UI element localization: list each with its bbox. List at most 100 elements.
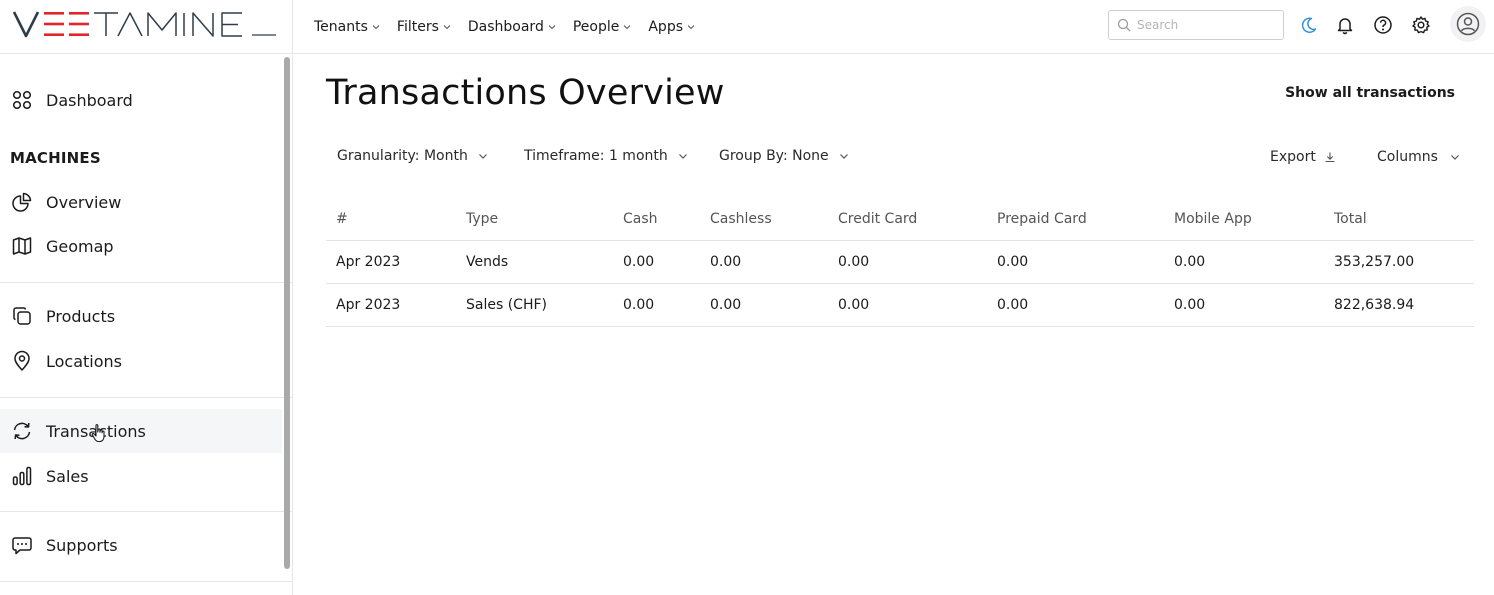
- table-cell-type: Sales (CHF): [466, 297, 547, 313]
- search-icon: [1117, 18, 1131, 32]
- sidebar-item-label: Supports: [46, 535, 118, 555]
- sidebar-item-label: Locations: [46, 351, 123, 371]
- map-icon: [12, 237, 32, 255]
- column-header-cashless[interactable]: Cashless: [710, 197, 772, 240]
- table-cell-prepaid-card: 0.00: [997, 254, 1029, 270]
- topnav-tenants[interactable]: Tenants: [314, 19, 380, 35]
- sidebar-divider: [0, 511, 292, 512]
- table-cell-period: Apr 2023: [336, 254, 401, 270]
- show-all-transactions-link[interactable]: Show all transactions: [1285, 85, 1455, 101]
- chat-bubble-icon: [12, 537, 32, 555]
- sidebar-item-label: Geomap: [46, 236, 114, 256]
- table-cell-mobile-app: 0.00: [1174, 254, 1206, 270]
- granularity-dropdown[interactable]: Granularity: Month: [337, 148, 488, 164]
- chevron-down-icon: [1450, 155, 1459, 160]
- table-cell-cash: 0.00: [623, 254, 655, 270]
- sidebar-item-products[interactable]: Products: [0, 294, 282, 338]
- sidebar-item-transactions[interactable]: Transactions: [0, 409, 282, 453]
- topnav-apps-label: Apps: [648, 19, 684, 35]
- topnav-dashboard[interactable]: Dashboard: [468, 19, 556, 35]
- transactions-table: # Type Cash Cashless Credit Card Prepaid…: [326, 197, 1474, 327]
- table-cell-prepaid-card: 0.00: [997, 297, 1029, 313]
- chevron-down-icon: [548, 25, 556, 30]
- table-cell-cash: 0.00: [623, 297, 655, 313]
- topnav-filters[interactable]: Filters: [397, 19, 451, 35]
- help-icon[interactable]: [1373, 15, 1393, 35]
- table-header-row: # Type Cash Cashless Credit Card Prepaid…: [326, 197, 1474, 241]
- main-content: Transactions Overview Show all transacti…: [294, 55, 1494, 595]
- moon-icon[interactable]: [1299, 15, 1319, 35]
- sidebar-item-overview[interactable]: Overview: [0, 180, 282, 224]
- sidebar-item-supports[interactable]: Supports: [0, 523, 282, 567]
- refresh-icon: [13, 422, 31, 440]
- sidebar-item-sales[interactable]: Sales: [0, 454, 282, 498]
- bar-chart-icon: [12, 466, 32, 486]
- veetamine-logo[interactable]: [12, 9, 278, 39]
- gear-icon[interactable]: [1411, 15, 1431, 35]
- grid-icon: [12, 90, 32, 110]
- column-header-cash[interactable]: Cash: [623, 197, 658, 240]
- table-cell-period: Apr 2023: [336, 297, 401, 313]
- download-icon: [1325, 152, 1335, 163]
- sidebar-divider: [0, 282, 292, 283]
- group-by-label: Group By: None: [719, 148, 829, 164]
- topnav-apps[interactable]: Apps: [648, 19, 695, 35]
- sidebar-item-label: Products: [46, 306, 116, 326]
- column-header-total[interactable]: Total: [1334, 197, 1367, 240]
- timeframe-dropdown[interactable]: Timeframe: 1 month: [524, 148, 688, 164]
- topnav-tenants-label: Tenants: [314, 19, 368, 35]
- chevron-down-icon: [443, 25, 451, 30]
- column-header-prepaid-card[interactable]: Prepaid Card: [997, 197, 1087, 240]
- pie-chart-icon: [12, 192, 32, 212]
- table-cell-total: 353,257.00: [1334, 254, 1415, 270]
- columns-label: Columns: [1377, 149, 1438, 165]
- logo-area: [0, 0, 293, 54]
- group-by-dropdown[interactable]: Group By: None: [719, 148, 849, 164]
- sidebar-scrollbar[interactable]: [284, 57, 290, 569]
- table-cell-cashless: 0.00: [710, 297, 742, 313]
- copy-icon: [13, 307, 31, 325]
- topnav-people[interactable]: People: [573, 19, 632, 35]
- search-box[interactable]: [1108, 10, 1284, 40]
- topnav-people-label: People: [572, 19, 620, 35]
- page-title: Transactions Overview: [326, 73, 725, 113]
- table-cell-credit-card: 0.00: [838, 297, 870, 313]
- location-pin-icon: [14, 350, 30, 371]
- topnav-dashboard-label: Dashboard: [467, 19, 544, 35]
- table-cell-cashless: 0.00: [710, 254, 742, 270]
- sidebar-item-locations[interactable]: Locations: [0, 339, 282, 383]
- sidebar-section-machines: MACHINES: [10, 149, 101, 167]
- chevron-down-icon: [687, 25, 695, 30]
- column-header-credit-card[interactable]: Credit Card: [838, 197, 917, 240]
- table-cell-mobile-app: 0.00: [1174, 297, 1206, 313]
- export-button[interactable]: Export: [1270, 149, 1336, 165]
- pointer-cursor-icon: [91, 424, 105, 443]
- table-cell-credit-card: 0.00: [838, 254, 870, 270]
- table-row[interactable]: Apr 2023 Sales (CHF) 0.00 0.00 0.00 0.00…: [326, 284, 1474, 327]
- table-row[interactable]: Apr 2023 Vends 0.00 0.00 0.00 0.00 0.00 …: [326, 241, 1474, 284]
- export-label: Export: [1270, 149, 1316, 165]
- sidebar: Dashboard MACHINES Overview Geomap Produ…: [0, 55, 293, 595]
- timeframe-label: Timeframe: 1 month: [524, 148, 668, 164]
- sidebar-item-label: Dashboard: [46, 90, 133, 110]
- column-header-mobile-app[interactable]: Mobile App: [1174, 197, 1252, 240]
- table-cell-total: 822,638.94: [1334, 297, 1415, 313]
- column-header-number[interactable]: #: [336, 197, 348, 240]
- bell-icon[interactable]: [1335, 15, 1355, 35]
- columns-dropdown[interactable]: Columns: [1377, 149, 1460, 165]
- chevron-down-icon: [678, 154, 687, 159]
- column-header-type[interactable]: Type: [466, 197, 498, 240]
- sidebar-item-label: Overview: [46, 192, 122, 212]
- chevron-down-icon: [372, 25, 380, 30]
- granularity-label: Granularity: Month: [337, 148, 468, 164]
- top-bar: Tenants Filters Dashboard People Apps: [0, 0, 1494, 54]
- user-avatar-button[interactable]: [1450, 6, 1486, 42]
- chevron-down-icon: [839, 154, 848, 159]
- sidebar-item-dashboard[interactable]: Dashboard: [0, 78, 282, 122]
- sidebar-item-geomap[interactable]: Geomap: [0, 224, 282, 268]
- user-avatar-icon: [1456, 12, 1480, 36]
- chevron-down-icon: [478, 154, 487, 159]
- sidebar-divider: [0, 581, 292, 582]
- search-input[interactable]: [1137, 18, 1277, 32]
- sidebar-item-label: Sales: [46, 466, 89, 486]
